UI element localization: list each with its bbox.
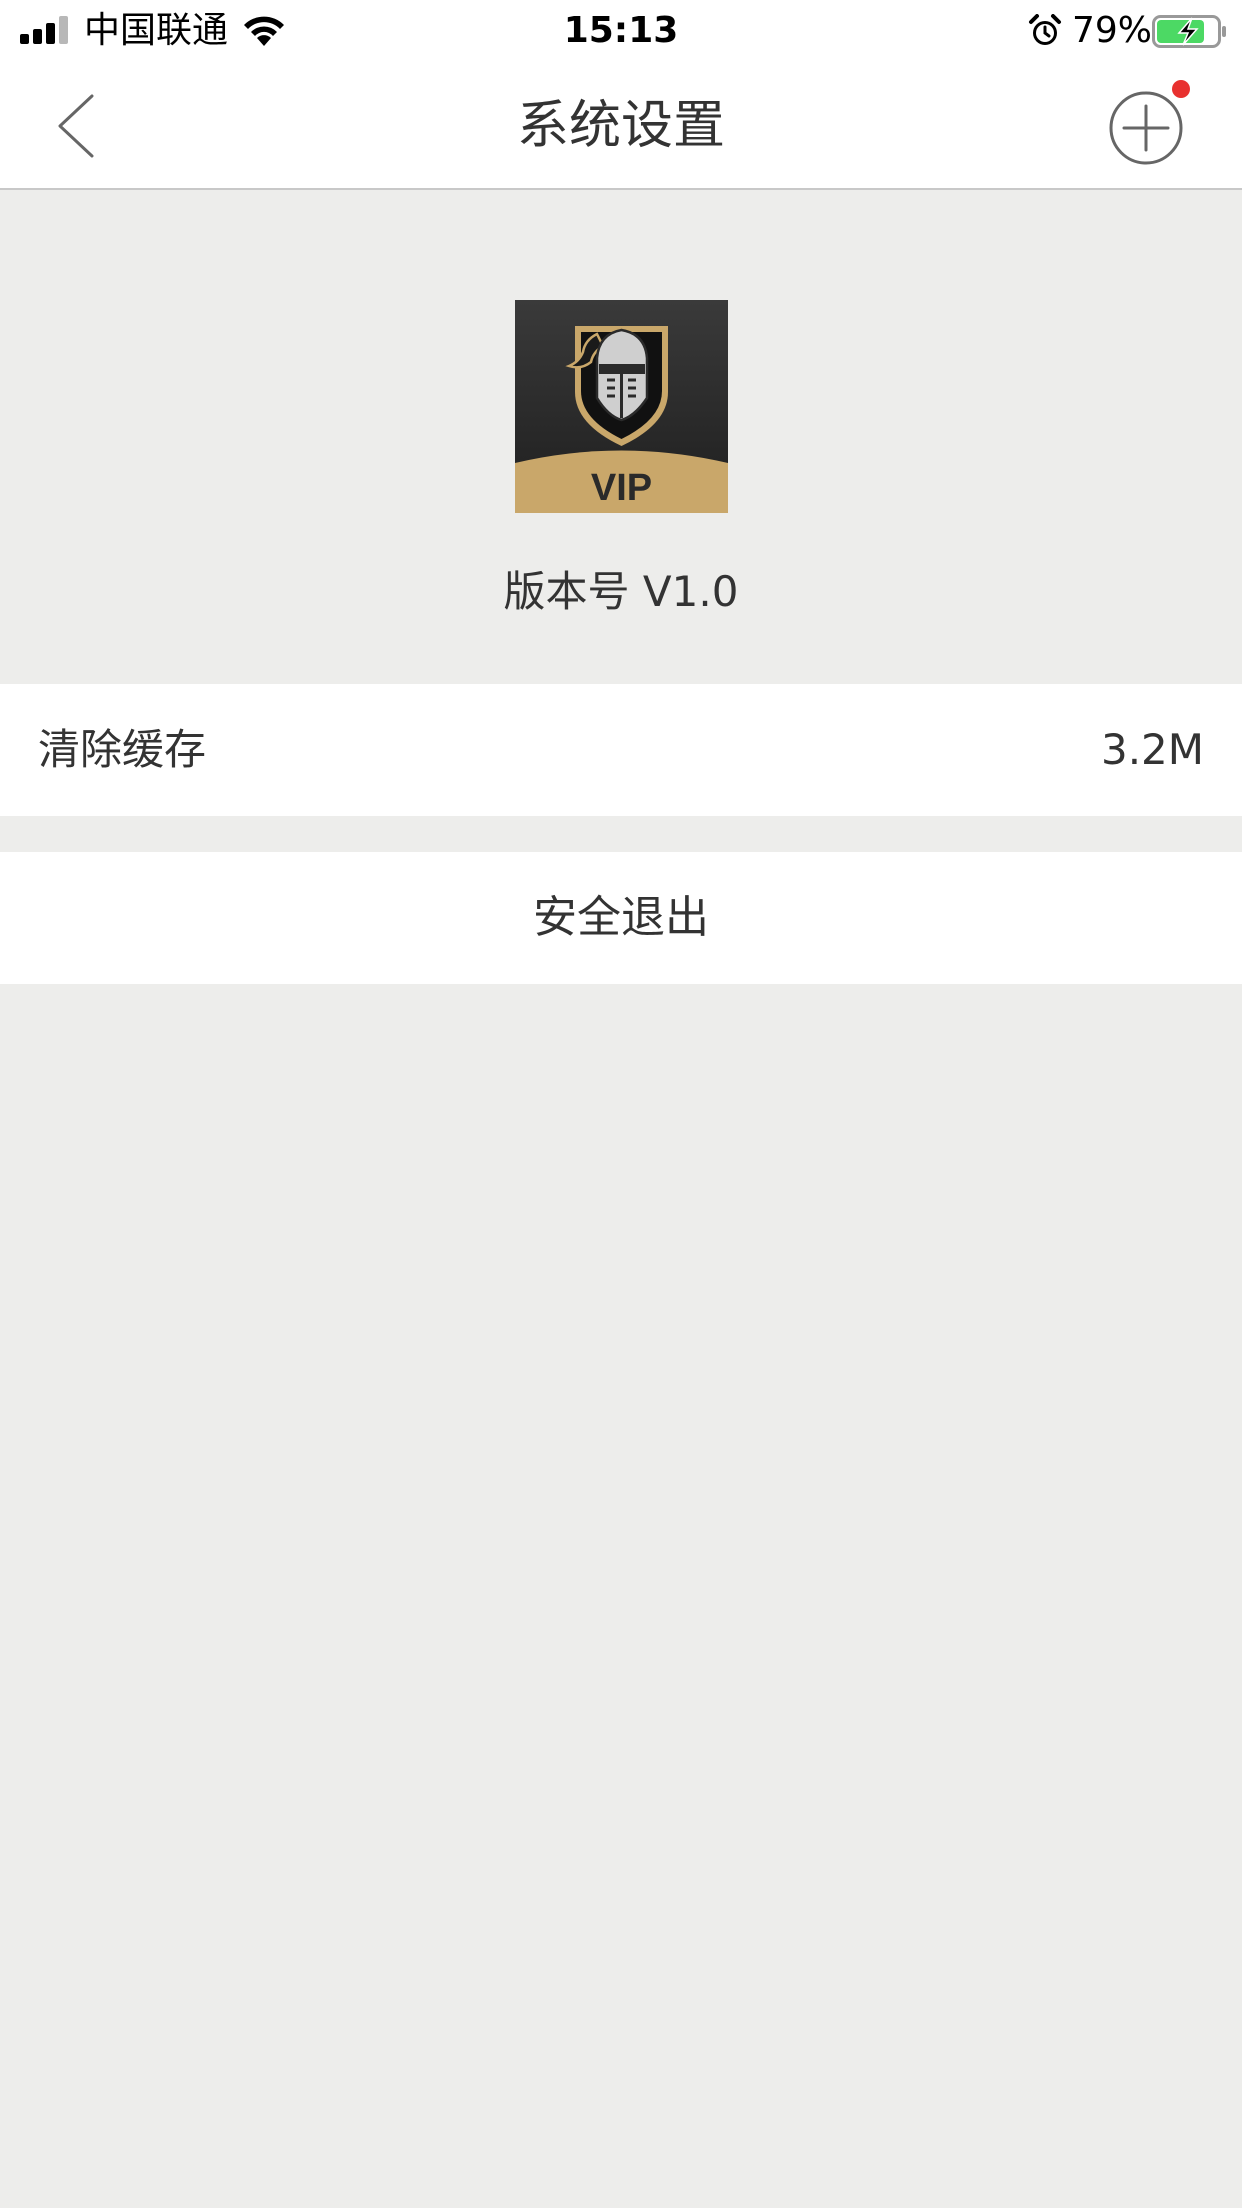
plus-circle-icon bbox=[1109, 91, 1183, 165]
page-title: 系统设置 bbox=[516, 96, 725, 156]
version-label: 版本号 V1.0 bbox=[503, 567, 739, 616]
logout-button[interactable]: 安全退出 bbox=[0, 852, 1242, 984]
battery-charging-icon bbox=[1152, 15, 1226, 48]
add-button[interactable] bbox=[1106, 80, 1190, 168]
clear-cache-row[interactable]: 清除缓存 3.2M bbox=[0, 684, 1242, 816]
logout-label: 安全退出 bbox=[533, 892, 709, 943]
status-bar: 中国联通 15:13 79% bbox=[0, 0, 1242, 62]
battery-percentage: 79% bbox=[1072, 10, 1153, 51]
navigation-bar: 系统设置 bbox=[0, 62, 1242, 190]
notification-dot bbox=[1172, 80, 1190, 98]
cache-size-value: 3.2M bbox=[1100, 725, 1204, 774]
alarm-clock-icon bbox=[1029, 14, 1061, 45]
clear-cache-label: 清除缓存 bbox=[38, 725, 207, 774]
app-logo: VIP bbox=[515, 300, 728, 513]
logo-vip-text: VIP bbox=[591, 467, 652, 509]
